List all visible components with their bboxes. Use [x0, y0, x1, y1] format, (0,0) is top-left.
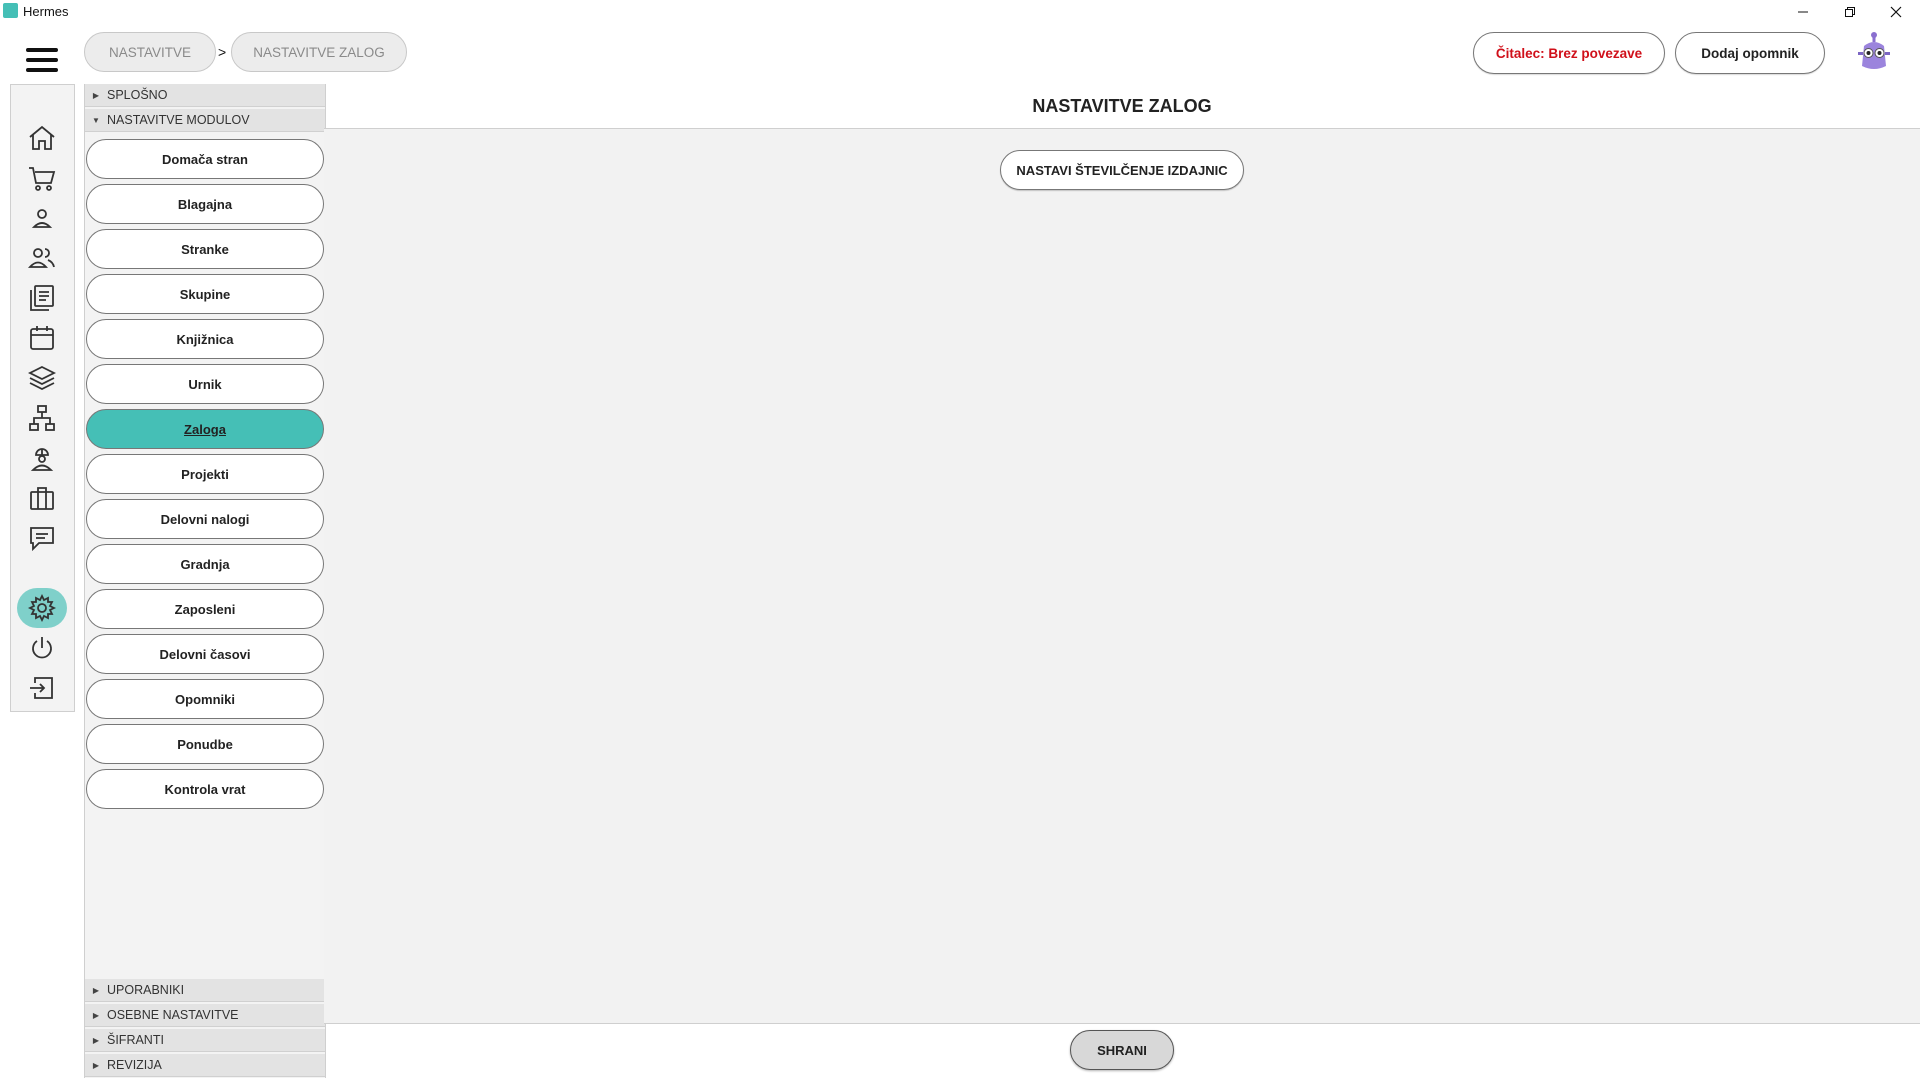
set-issue-numbering-button[interactable]: NASTAVI ŠTEVILČENJE IZDAJNIC [1000, 150, 1244, 190]
module-button-door-control[interactable]: Kontrola vrat [86, 769, 324, 809]
save-button[interactable]: SHRANI [1070, 1030, 1174, 1070]
layers-icon[interactable] [26, 362, 58, 394]
collapsed-arrow-icon: ▶ [92, 90, 100, 100]
section-codebooks[interactable]: ▶ ŠIFRANTI [85, 1029, 325, 1052]
avatar[interactable] [1856, 30, 1892, 74]
group-icon[interactable] [26, 242, 58, 274]
breadcrumb-settings[interactable]: NASTAVITVE [84, 32, 216, 72]
collapsed-arrow-icon: ▶ [92, 1035, 100, 1045]
module-button-groups[interactable]: Skupine [86, 274, 324, 314]
module-button-cashier[interactable]: Blagajna [86, 184, 324, 224]
breadcrumb-stock-settings[interactable]: NASTAVITVE ZALOG [231, 32, 407, 72]
add-reminder-button[interactable]: Dodaj opomnik [1675, 32, 1825, 74]
reader-status-button[interactable]: Čitalec: Brez povezave [1473, 32, 1665, 74]
collapsed-arrow-icon: ▶ [92, 1060, 100, 1070]
collapsed-arrow-icon: ▶ [92, 1010, 100, 1020]
settings-panel [324, 128, 1920, 1024]
window-title: Hermes [23, 4, 69, 19]
hamburger-menu-icon[interactable] [26, 48, 58, 72]
person-icon[interactable] [26, 202, 58, 234]
section-module-settings[interactable]: ▼ NASTAVITVE MODULOV [85, 109, 325, 132]
section-revision[interactable]: ▶ REVIZIJA [85, 1054, 325, 1077]
power-icon[interactable] [26, 632, 58, 664]
module-button-schedule[interactable]: Urnik [86, 364, 324, 404]
minimize-icon[interactable] [1780, 0, 1826, 24]
module-button-projects[interactable]: Projekti [86, 454, 324, 494]
gear-icon[interactable] [26, 592, 58, 624]
chat-icon[interactable] [26, 522, 58, 554]
section-general[interactable]: ▶ SPLOŠNO [85, 84, 325, 107]
restore-icon[interactable] [1827, 0, 1873, 24]
module-button-customers[interactable]: Stranke [86, 229, 324, 269]
close-icon[interactable] [1873, 0, 1919, 24]
module-button-offers[interactable]: Ponudbe [86, 724, 324, 764]
module-button-work-orders[interactable]: Delovni nalogi [86, 499, 324, 539]
page-title: NASTAVITVE ZALOG [1032, 96, 1212, 116]
module-button-reminders[interactable]: Opomniki [86, 679, 324, 719]
icon-rail [10, 84, 75, 712]
section-users[interactable]: ▶ UPORABNIKI [85, 979, 325, 1002]
section-personal-settings[interactable]: ▶ OSEBNE NASTAVITVE [85, 1004, 325, 1027]
app-icon [3, 3, 18, 18]
collapsed-arrow-icon: ▶ [92, 985, 100, 995]
module-button-employees[interactable]: Zaposleni [86, 589, 324, 629]
cart-icon[interactable] [26, 162, 58, 194]
breadcrumb-separator: > [218, 44, 227, 60]
module-button-home[interactable]: Domača stran [86, 139, 324, 179]
network-icon[interactable] [26, 402, 58, 434]
documents-icon[interactable] [26, 282, 58, 314]
module-button-library[interactable]: Knjižnica [86, 319, 324, 359]
settings-nav: ▶ SPLOŠNO ▼ NASTAVITVE MODULOV Domača stra… [84, 84, 326, 1078]
module-button-working-hours[interactable]: Delovni časovi [86, 634, 324, 674]
window-title-bar: Hermes [0, 0, 1920, 24]
briefcase-icon[interactable] [26, 482, 58, 514]
home-icon[interactable] [26, 122, 58, 154]
calendar-icon[interactable] [26, 322, 58, 354]
module-button-stock[interactable]: Zaloga [86, 409, 324, 449]
module-button-construction[interactable]: Gradnja [86, 544, 324, 584]
worker-icon[interactable] [26, 442, 58, 474]
logout-icon[interactable] [26, 672, 58, 704]
expanded-arrow-icon: ▼ [92, 115, 100, 125]
